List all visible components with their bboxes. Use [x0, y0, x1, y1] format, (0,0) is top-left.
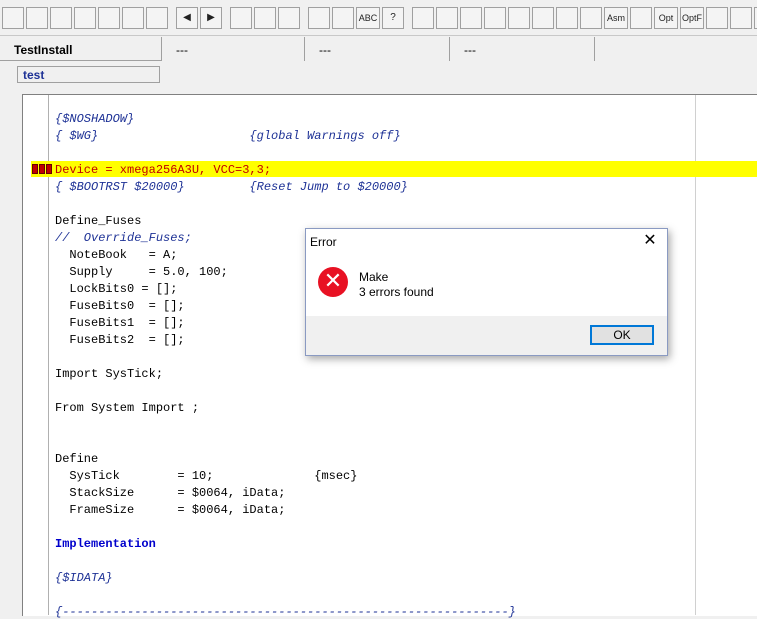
code-line: Implementation: [55, 537, 156, 551]
code-line: Device = xmega256A3U, VCC=3,3;: [55, 163, 272, 177]
ok-button[interactable]: OK: [590, 325, 654, 345]
dialog-titlebar: Error ✕: [306, 229, 667, 254]
code-line: FuseBits1 = [];: [55, 316, 185, 330]
dialog-message-detail: 3 errors found: [359, 285, 434, 299]
code-line: Supply = 5.0, 100;: [55, 265, 228, 279]
code-line: {---------------------------------------…: [55, 605, 516, 619]
error-icon: ✕: [318, 267, 348, 297]
code-line: { $WG} {global Warnings off}: [55, 129, 401, 143]
code-line: Define: [55, 452, 99, 466]
dialog-body: ✕ Make 3 errors found: [306, 254, 667, 316]
code-line: SysTick = 10; {msec}: [55, 469, 358, 483]
code-line: {$NOSHADOW}: [55, 112, 135, 126]
dialog-message-title: Make: [359, 270, 389, 284]
error-marker: [32, 164, 52, 174]
code-line: FuseBits0 = [];: [55, 299, 185, 313]
code-line: {$IDATA}: [55, 571, 113, 585]
code-line: Import SysTick;: [55, 367, 164, 381]
code-line: FuseBits2 = [];: [55, 333, 185, 347]
code-line: StackSize = $0064, iData;: [55, 486, 286, 500]
code-line: NoteBook = A;: [55, 248, 178, 262]
code-line: Define_Fuses: [55, 214, 142, 228]
code-line: // Override_Fuses;: [55, 231, 192, 245]
code-line: FrameSize = $0064, iData;: [55, 503, 286, 517]
error-dialog: Error ✕ ✕ Make 3 errors found OK: [305, 228, 668, 356]
code-line: LockBits0 = [];: [55, 282, 178, 296]
code-line: { $BOOTRST $20000} {Reset Jump to $20000…: [55, 180, 408, 194]
dialog-title: Error: [310, 235, 337, 249]
code-line: From System Import ;: [55, 401, 200, 415]
close-icon[interactable]: ✕: [639, 232, 661, 250]
